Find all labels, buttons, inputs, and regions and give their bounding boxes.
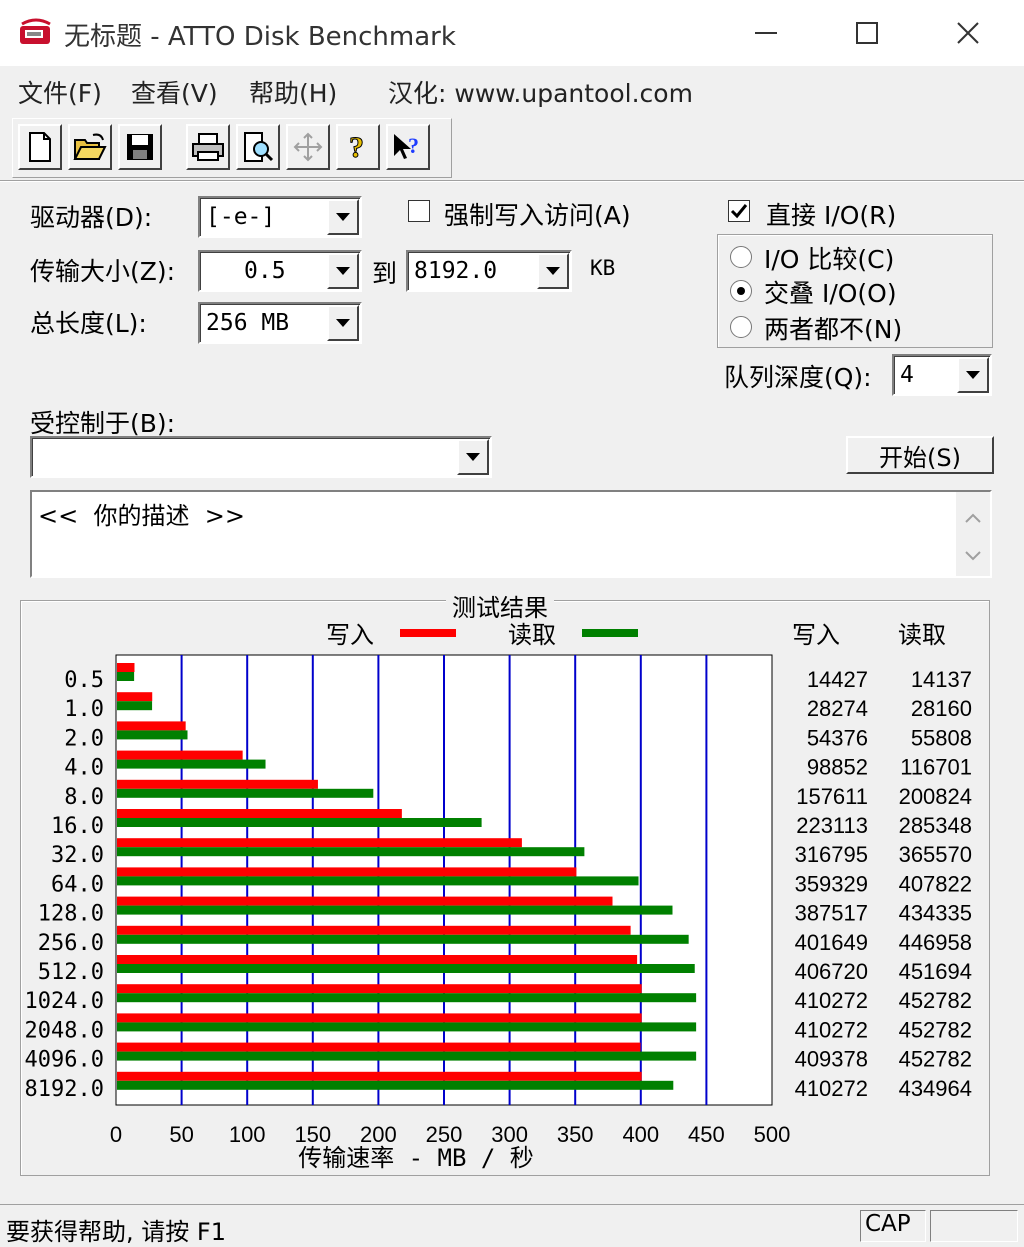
print-icon	[192, 133, 224, 161]
start-button[interactable]: 开始(S)	[846, 436, 994, 474]
direct-io-label: 直接 I/O(R)	[766, 201, 897, 230]
chevron-down-icon	[336, 213, 350, 221]
to-label: 到	[372, 259, 398, 288]
neither-label: 两者都不(N)	[764, 315, 903, 344]
transfer-size-label: 传输大小(Z):	[30, 257, 176, 286]
cap-indicator: CAP	[860, 1210, 926, 1242]
save-icon	[127, 134, 153, 160]
print-preview-button[interactable]	[236, 124, 280, 170]
total-length-value: 256 MB	[206, 310, 290, 336]
total-length-select[interactable]: 256 MB	[198, 302, 362, 344]
overlap-io-label: 交叠 I/O(O)	[764, 279, 897, 308]
drive-select[interactable]: [-e-]	[198, 196, 362, 238]
description-text: << 你的描述 >>	[38, 502, 245, 530]
help-button[interactable]: ?	[336, 124, 380, 170]
chevron-down-icon	[546, 267, 560, 275]
chevron-down-icon	[466, 453, 480, 461]
menu-file[interactable]: 文件(F)	[18, 74, 102, 110]
queue-depth-select[interactable]: 4	[892, 354, 992, 396]
print-button[interactable]	[186, 124, 230, 170]
total-length-label: 总长度(L):	[30, 309, 147, 338]
queue-depth-dropdown-button[interactable]	[957, 357, 989, 393]
io-compare-label: I/O 比较(C)	[764, 245, 895, 274]
status-panel-empty	[930, 1210, 1018, 1242]
svg-text:?: ?	[408, 133, 419, 158]
overlap-io-radio[interactable]	[730, 280, 752, 302]
chevron-down-icon	[336, 319, 350, 327]
minimize-button[interactable]	[716, 0, 816, 66]
direct-io-checkbox[interactable]	[728, 200, 750, 222]
scrollbar-arrows	[965, 513, 981, 561]
kb-label: KB	[590, 256, 616, 280]
close-icon	[957, 22, 979, 44]
menu-view[interactable]: 查看(V)	[131, 74, 218, 110]
transfer-to-value: 8192.0	[414, 258, 498, 284]
new-button[interactable]	[18, 124, 62, 170]
transfer-from-value: 0.5	[244, 258, 286, 284]
transfer-from-select[interactable]: 0.5	[198, 250, 362, 292]
neither-radio[interactable]	[730, 316, 752, 338]
controlled-by-dropdown-button[interactable]	[457, 439, 489, 475]
transfer-to-dropdown-button[interactable]	[537, 253, 569, 289]
controlled-by-label: 受控制于(B):	[30, 409, 176, 438]
save-button[interactable]	[118, 124, 162, 170]
chevron-down-icon[interactable]	[965, 551, 981, 561]
maximize-button[interactable]	[817, 0, 917, 66]
context-help-icon: ?	[394, 133, 419, 159]
move-button[interactable]	[286, 124, 330, 170]
minimize-icon	[755, 32, 777, 34]
svg-text:?: ?	[349, 131, 364, 163]
chevron-down-icon	[336, 267, 350, 275]
checkmark-icon	[730, 204, 748, 219]
maximize-icon	[856, 22, 878, 44]
queue-depth-label: 队列深度(Q):	[724, 363, 872, 392]
help-icon: ?	[349, 131, 365, 163]
results-group	[20, 600, 990, 1176]
chevron-up-icon[interactable]	[965, 513, 981, 523]
drive-value: [-e-]	[206, 204, 276, 230]
open-button[interactable]	[68, 124, 112, 170]
close-button[interactable]	[918, 0, 1018, 66]
description-textarea[interactable]: << 你的描述 >>	[30, 490, 992, 578]
menu-localization[interactable]: 汉化: www.upantool.com	[388, 74, 693, 110]
menu-help[interactable]: 帮助(H)	[249, 74, 337, 110]
new-icon	[29, 132, 51, 162]
force-write-checkbox[interactable]	[408, 200, 430, 222]
status-text: 要获得帮助, 请按 F1	[6, 1218, 226, 1246]
force-write-label: 强制写入访问(A)	[444, 201, 631, 230]
chevron-down-icon	[966, 371, 980, 379]
move-icon	[293, 132, 323, 162]
total-length-dropdown-button[interactable]	[327, 305, 359, 341]
description-scrollbar[interactable]	[956, 492, 990, 576]
transfer-from-dropdown-button[interactable]	[327, 253, 359, 289]
app-icon	[20, 18, 51, 44]
print-preview-icon	[244, 132, 274, 162]
context-help-button[interactable]: ?	[386, 124, 430, 170]
io-compare-radio[interactable]	[730, 246, 752, 268]
controlled-by-select[interactable]	[30, 436, 492, 478]
window-title: 无标题 - ATTO Disk Benchmark	[64, 22, 456, 52]
drive-dropdown-button[interactable]	[327, 199, 359, 235]
open-icon	[73, 133, 107, 160]
transfer-to-select[interactable]: 8192.0	[406, 250, 572, 292]
queue-depth-value: 4	[900, 362, 914, 388]
toolbar-separator	[0, 180, 1024, 182]
results-title: 测试结果	[446, 588, 554, 623]
drive-label: 驱动器(D):	[30, 203, 153, 232]
